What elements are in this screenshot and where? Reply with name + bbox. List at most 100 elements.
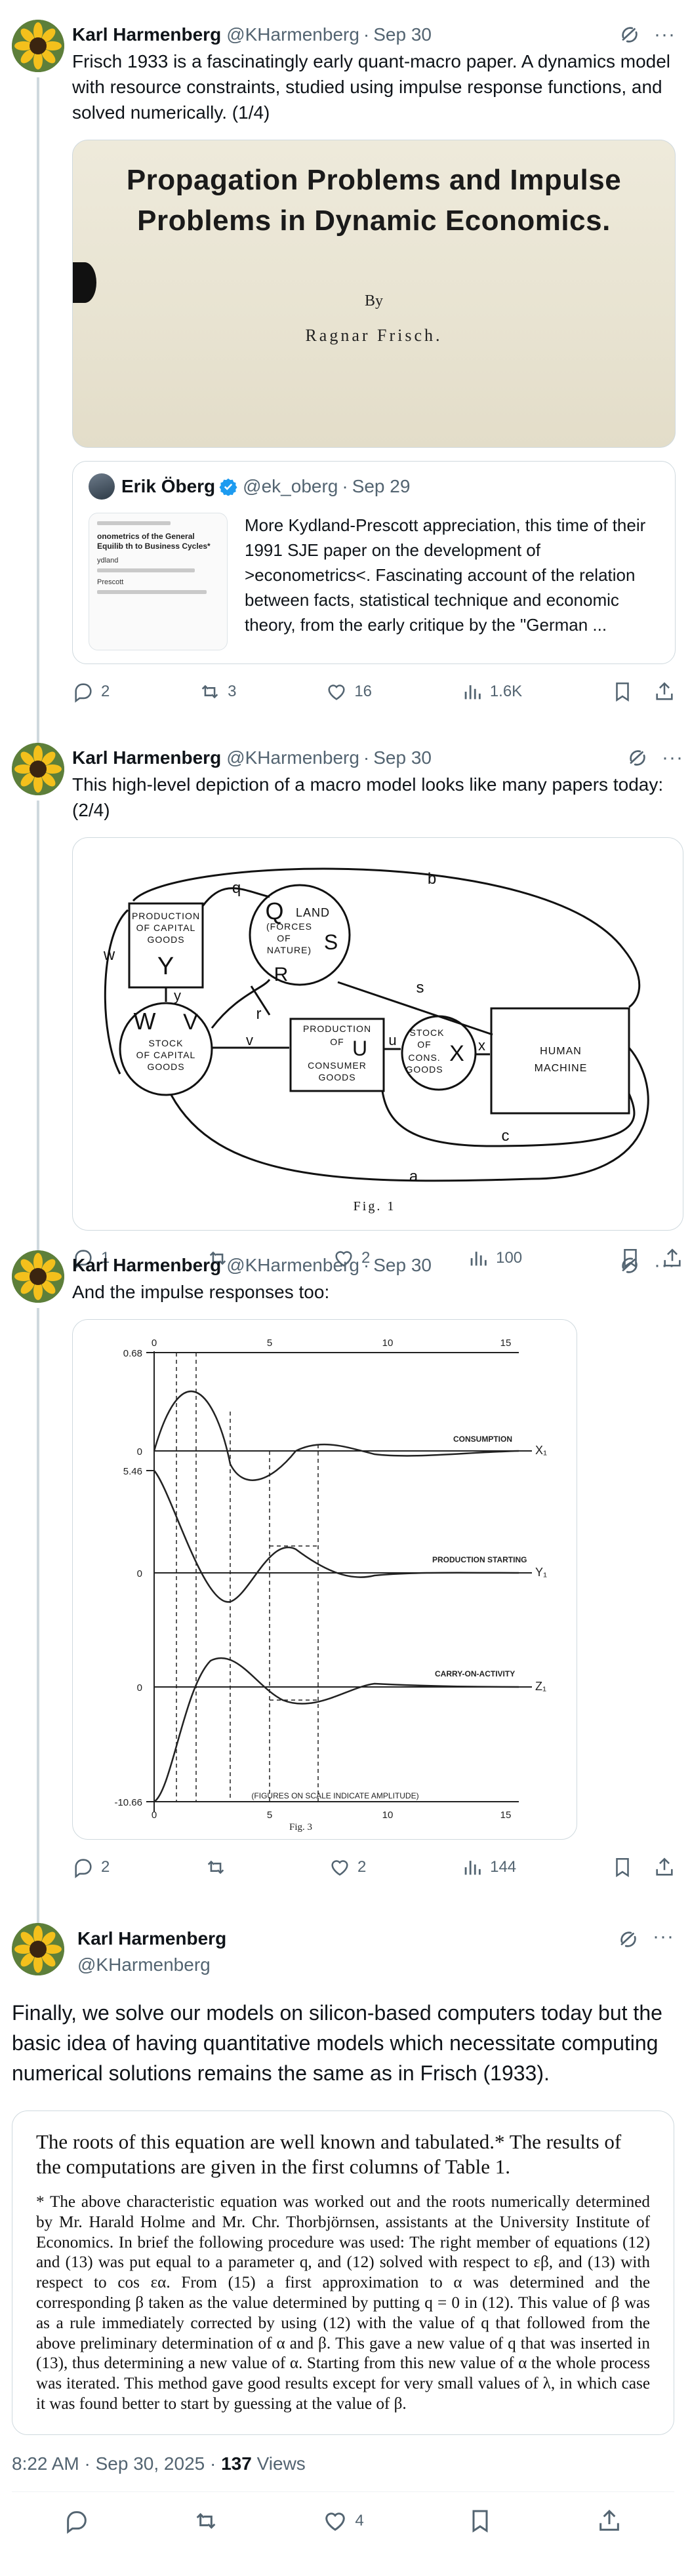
tweet-date[interactable]: Sep 30: [373, 24, 432, 46]
image-title-line1: Propagation Problems and Impulse: [126, 164, 622, 196]
reply-button[interactable]: [64, 2508, 90, 2534]
diagram-caption: Fig. 1: [354, 1199, 396, 1214]
more-icon[interactable]: ···: [653, 1926, 674, 1948]
flow-b: b: [428, 870, 437, 888]
repost-icon: [196, 2512, 216, 2529]
reply-button[interactable]: 2: [72, 681, 110, 703]
human-l2: MACHINE: [535, 1063, 588, 1074]
more-icon[interactable]: ···: [654, 1254, 676, 1277]
grok-icon[interactable]: [616, 1928, 641, 1951]
author-handle[interactable]: @KHarmenberg: [226, 24, 359, 46]
model-diagram: PRODUCTION OF CAPITAL GOODS Y LAND (FORC…: [103, 867, 649, 1214]
prod-consumer-l1: PRODUCTION: [303, 1023, 371, 1034]
curve-label-consumption: CONSUMPTION: [453, 1435, 512, 1444]
scan-footnote: * The above characteristic equation was …: [36, 2193, 650, 2413]
flow-w: w: [103, 946, 115, 964]
curve-var-z: Z₁: [535, 1680, 546, 1693]
author-name[interactable]: Karl Harmenberg: [72, 1254, 221, 1277]
separator-dot: ·: [342, 476, 348, 496]
like-button[interactable]: 2: [329, 1856, 366, 1878]
prod-capital-l1: PRODUCTION: [132, 911, 200, 921]
bookmark-icon[interactable]: [611, 681, 634, 703]
grok-icon[interactable]: [617, 24, 642, 46]
repost-button[interactable]: [193, 2508, 219, 2534]
reply-button[interactable]: 2: [72, 1856, 110, 1878]
chart-note: (FIGURES ON SCALE INDICATE AMPLITUDE): [251, 1791, 418, 1800]
prod-consumer-var: U: [352, 1037, 368, 1060]
views-button[interactable]: 144: [461, 1856, 516, 1878]
tweet-text: Frisch 1933 is a fascinatingly early qua…: [72, 51, 671, 123]
prod-capital-l3: GOODS: [147, 934, 184, 945]
quote-avatar[interactable]: [89, 473, 115, 500]
avatar[interactable]: [12, 1250, 64, 1303]
avatar[interactable]: [12, 743, 64, 795]
land-l4: NATURE): [267, 945, 312, 955]
repost-button[interactable]: 3: [199, 681, 237, 703]
repost-button[interactable]: [205, 1856, 233, 1878]
tweet-image[interactable]: PRODUCTION OF CAPITAL GOODS Y LAND (FORC…: [72, 837, 683, 1231]
author-handle[interactable]: @KHarmenberg: [226, 747, 359, 769]
tweet-3[interactable]: Karl Harmenberg @KHarmenberg · Sep 30 ··…: [0, 1237, 690, 1933]
tweet-2[interactable]: Karl Harmenberg @KHarmenberg · Sep 30 ··…: [0, 730, 690, 1269]
tweet-1[interactable]: Karl Harmenberg @KHarmenberg · Sep 30 ··…: [0, 0, 690, 752]
grok-icon[interactable]: [625, 747, 650, 769]
like-button[interactable]: 4: [322, 2508, 364, 2534]
grok-icon[interactable]: [617, 1254, 642, 1277]
views-label: Views: [256, 2453, 306, 2474]
quote-author-handle[interactable]: @ek_oberg: [243, 476, 338, 497]
quote-thumbnail[interactable]: onometrics of the General Equilib th to …: [89, 513, 228, 650]
tweet-image[interactable]: 0 5 10 15 0 5 10 15 0.68 0 5.46 0 0 -10.…: [72, 1319, 577, 1840]
quote-author-name[interactable]: Erik Öberg: [121, 476, 215, 497]
author-name[interactable]: Karl Harmenberg: [77, 1928, 226, 1949]
reply-count: 2: [101, 683, 110, 700]
more-icon[interactable]: ···: [654, 24, 676, 46]
author-handle[interactable]: @KHarmenberg: [77, 1952, 226, 1978]
verified-badge-icon: [219, 478, 237, 496]
tweet-image[interactable]: Propagation Problems and Impulse Problem…: [72, 140, 676, 448]
quote-date[interactable]: Sep 29: [352, 476, 411, 497]
stock-cons-l4: GOODS: [405, 1064, 443, 1075]
author-name[interactable]: Karl Harmenberg: [72, 24, 221, 46]
thumb-author: ydland: [97, 557, 119, 565]
curve-label-production: PRODUCTION STARTING: [432, 1555, 527, 1564]
repost-icon: [201, 684, 218, 699]
tweet-timestamp[interactable]: 8:22 AM · Sep 30, 2025 · 137 Views: [12, 2453, 674, 2492]
avatar[interactable]: [12, 1923, 64, 1975]
quote-tweet[interactable]: Erik Öberg @ek_oberg · Sep 29 onometrics…: [72, 461, 676, 664]
curve-var-x: X₁: [535, 1444, 547, 1457]
like-button[interactable]: 16: [325, 681, 372, 703]
reply-icon: [66, 2510, 87, 2534]
tweet-image[interactable]: The roots of this equation are well know…: [12, 2110, 674, 2435]
author-name[interactable]: Karl Harmenberg: [72, 747, 221, 769]
tweet-date[interactable]: Sep 30: [373, 747, 432, 769]
bookmark-icon: [472, 2510, 488, 2533]
bookmark-button[interactable]: [467, 2508, 493, 2534]
bookmark-icon[interactable]: [611, 1856, 634, 1878]
tweet-text: And the impulse responses too:: [72, 1282, 330, 1302]
human-l1: HUMAN: [540, 1046, 582, 1057]
author-handle[interactable]: @KHarmenberg: [226, 1254, 359, 1277]
land-r: R: [274, 964, 289, 985]
heart-icon: [325, 2512, 346, 2531]
more-icon[interactable]: ···: [662, 747, 683, 769]
separator-dot: ·: [363, 1255, 370, 1275]
curve-label-carry: CARRY-ON-ACTIVITY: [435, 1669, 515, 1678]
share-icon[interactable]: [653, 681, 676, 703]
views-button[interactable]: 1.6K: [461, 681, 522, 703]
chart-caption: Fig. 3: [289, 1822, 312, 1833]
repost-icon: [207, 1860, 224, 1874]
tweet-text: This high-level depiction of a macro mod…: [72, 774, 664, 820]
share-icon[interactable]: [653, 1856, 676, 1878]
bottom-tick-0: 0: [152, 1810, 157, 1821]
tweet-full-date: Sep 30, 2025: [95, 2453, 205, 2474]
share-button[interactable]: [596, 2508, 622, 2534]
stock-capital-l1: STOCK: [149, 1038, 184, 1048]
avatar[interactable]: [12, 20, 64, 72]
image-author: Ragnar Frisch.: [305, 326, 443, 345]
top-tick-10: 10: [382, 1338, 394, 1349]
y-label-1: 0: [137, 1446, 142, 1457]
prod-consumer-l3: CONSUMER: [308, 1060, 367, 1071]
focused-tweet[interactable]: Karl Harmenberg @KHarmenberg ··· Finally…: [0, 1911, 690, 2550]
flow-v: v: [246, 1032, 254, 1048]
tweet-date[interactable]: Sep 30: [373, 1254, 432, 1277]
